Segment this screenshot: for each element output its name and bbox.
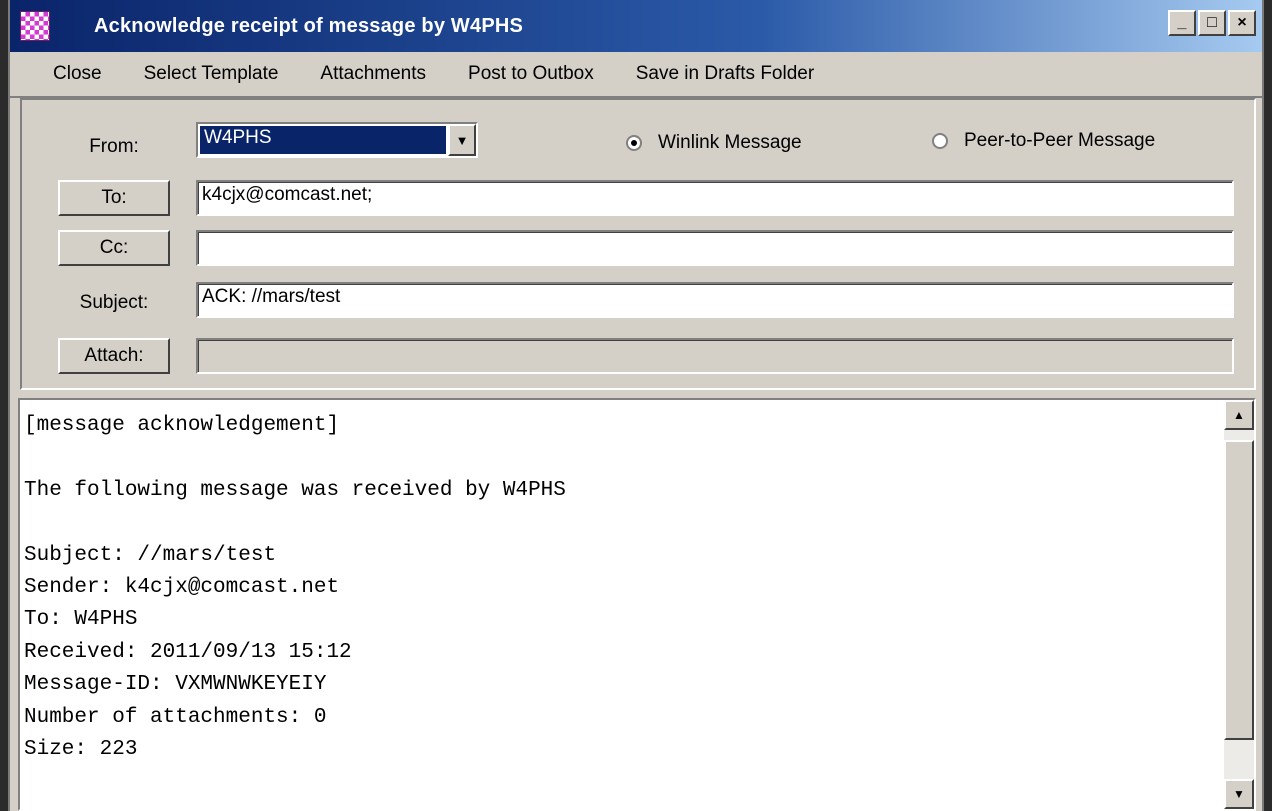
scroll-up-icon[interactable]: ▲ [1224, 400, 1254, 430]
radio-winlink[interactable]: Winlink Message [626, 132, 802, 154]
radio-winlink-label: Winlink Message [658, 132, 802, 153]
app-icon[interactable] [20, 11, 50, 41]
message-window: Acknowledge receipt of message by W4PHS … [8, 0, 1264, 811]
from-select-value: W4PHS [200, 126, 446, 154]
message-header-panel: From: W4PHS ▼ Winlink Message Peer-to-Pe… [20, 98, 1256, 390]
radio-p2p-label: Peer-to-Peer Message [964, 130, 1156, 151]
from-select[interactable]: W4PHS ▼ [196, 122, 478, 158]
menu-select-template[interactable]: Select Template [123, 63, 300, 85]
message-body-editor[interactable]: [message acknowledgement] The following … [18, 398, 1256, 811]
maximize-button[interactable]: □ [1198, 10, 1226, 36]
chevron-down-icon[interactable]: ▼ [448, 124, 476, 156]
menu-post-to-outbox[interactable]: Post to Outbox [447, 63, 615, 85]
attach-button[interactable]: Attach: [58, 338, 170, 374]
radio-peer-to-peer[interactable]: Peer-to-Peer Message [932, 130, 1155, 152]
scroll-thumb[interactable] [1224, 440, 1254, 740]
to-field[interactable]: k4cjx@comcast.net; [196, 180, 1234, 216]
window-title: Acknowledge receipt of message by W4PHS [94, 14, 524, 37]
window-controls: _ □ × [1168, 10, 1256, 36]
menu-attachments[interactable]: Attachments [299, 63, 447, 85]
radio-winlink-indicator[interactable] [626, 135, 642, 151]
minimize-button[interactable]: _ [1168, 10, 1196, 36]
subject-field[interactable]: ACK: //mars/test [196, 282, 1234, 318]
attach-field [196, 338, 1234, 374]
cc-field[interactable] [196, 230, 1234, 266]
radio-p2p-indicator[interactable] [932, 133, 948, 149]
menu-save-drafts[interactable]: Save in Drafts Folder [615, 63, 835, 85]
to-button[interactable]: To: [58, 180, 170, 216]
close-window-button[interactable]: × [1228, 10, 1256, 36]
menu-close[interactable]: Close [10, 63, 123, 85]
subject-label: Subject: [79, 292, 149, 313]
scroll-down-icon[interactable]: ▼ [1224, 779, 1254, 809]
menu-bar: Close Select Template Attachments Post t… [10, 52, 1262, 98]
cc-button[interactable]: Cc: [58, 230, 170, 266]
vertical-scrollbar[interactable]: ▲ ▼ [1224, 400, 1254, 809]
message-body-text[interactable]: [message acknowledgement] The following … [24, 410, 1214, 766]
title-bar[interactable]: Acknowledge receipt of message by W4PHS … [10, 0, 1262, 52]
from-label: From: [89, 136, 139, 157]
